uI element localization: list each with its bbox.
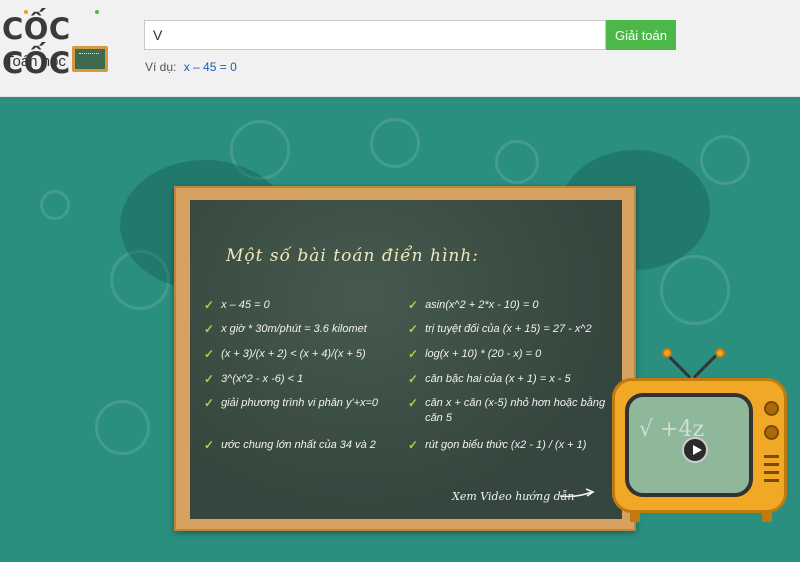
problem-item[interactable]: ✓ x – 45 = 0	[204, 298, 394, 313]
check-icon: ✓	[408, 298, 419, 312]
blackboard-surface: Một số bài toán điển hình: ✓ x – 45 = 0 …	[190, 200, 622, 519]
search-input[interactable]	[145, 21, 605, 49]
problem-text: log(x + 10) * (20 - x) = 0	[425, 348, 542, 360]
check-icon: ✓	[204, 396, 215, 410]
problem-item[interactable]: ✓ (x + 3)/(x + 2) < (x + 4)/(x + 5)	[204, 347, 394, 362]
tv-leg	[630, 510, 640, 522]
problem-text: x – 45 = 0	[221, 299, 270, 311]
logo-dot-icon	[95, 10, 99, 14]
check-icon: ✓	[204, 347, 215, 361]
tv-screen[interactable]: √ +4z	[625, 393, 753, 497]
problem-text: giải phương trình vi phân y'+x=0	[221, 397, 379, 409]
problem-text: ước chung lớn nhất của 34 và 2	[221, 439, 376, 451]
tv-antenna-tip	[715, 348, 725, 358]
example-label: Ví dụ:	[145, 60, 177, 74]
check-icon: ✓	[408, 322, 419, 336]
arrow-icon	[559, 488, 595, 498]
tv-body[interactable]: √ +4z	[612, 378, 787, 513]
blackboard: Một số bài toán điển hình: ✓ x – 45 = 0 …	[174, 186, 636, 531]
problem-item[interactable]: ✓ trị tuyệt đối của (x + 15) = 27 - x^2	[408, 322, 608, 337]
example-hint: Ví dụ: x – 45 = 0	[145, 60, 237, 74]
problem-item[interactable]: ✓ asin(x^2 + 2*x - 10) = 0	[408, 298, 608, 313]
ball-icon	[95, 400, 150, 455]
problem-text: rút gọn biểu thức (x2 - 1) / (x + 1)	[425, 439, 587, 451]
problem-item[interactable]: ✓ giải phương trình vi phân y'+x=0	[204, 396, 394, 411]
play-icon[interactable]	[682, 437, 708, 463]
check-icon: ✓	[408, 396, 419, 410]
problem-text: x giờ * 30m/phút = 3.6 kilomet	[221, 323, 367, 335]
clock-icon	[495, 140, 539, 184]
speaker-grille	[764, 455, 779, 458]
tv-antenna-tip	[662, 348, 672, 358]
example-link[interactable]: x – 45 = 0	[184, 60, 237, 74]
compass-icon	[660, 255, 730, 325]
header-bar: CỐC CỐC Toán học Giải toán Ví dụ: x – 45…	[0, 0, 800, 97]
tv-antenna	[692, 352, 720, 379]
check-icon: ✓	[204, 322, 215, 336]
problem-text: căn bậc hai của (x + 1) = x - 5	[425, 373, 571, 385]
solve-button[interactable]: Giải toán	[606, 20, 676, 50]
check-icon: ✓	[204, 438, 215, 452]
check-icon: ✓	[204, 372, 215, 386]
chalkboard-icon	[72, 46, 108, 72]
knob-icon	[764, 401, 779, 416]
problem-item[interactable]: ✓ căn bậc hai của (x + 1) = x - 5	[408, 372, 608, 387]
problem-text: trị tuyệt đối của (x + 15) = 27 - x^2	[425, 323, 592, 335]
speaker-grille	[764, 463, 779, 466]
speaker-grille	[764, 471, 779, 474]
board-title: Một số bài toán điển hình:	[226, 246, 479, 266]
coccoc-logo[interactable]: CỐC CỐC Toán học	[2, 10, 132, 80]
check-icon: ✓	[204, 298, 215, 312]
check-icon: ✓	[408, 438, 419, 452]
flower-icon	[700, 135, 750, 185]
globe-icon	[370, 118, 420, 168]
problem-item[interactable]: ✓ log(x + 10) * (20 - x) = 0	[408, 347, 608, 362]
logo-dot-icon	[24, 10, 28, 14]
speaker-grille	[764, 479, 779, 482]
logo-subtitle: Toán học	[5, 53, 66, 70]
problem-item[interactable]: ✓ ước chung lớn nhất của 34 và 2	[204, 438, 394, 453]
star-icon	[40, 190, 70, 220]
problem-item[interactable]: ✓ 3^(x^2 - x -6) < 1	[204, 372, 394, 387]
knob-icon	[764, 425, 779, 440]
problem-text: căn x + căn (x-5) nhỏ hơn hoặc bằng căn …	[425, 397, 606, 424]
problem-item[interactable]: ✓ x giờ * 30m/phút = 3.6 kilomet	[204, 322, 394, 337]
problem-item[interactable]: ✓ căn x + căn (x-5) nhỏ hơn hoặc bằng că…	[408, 396, 608, 426]
search-box[interactable]	[144, 20, 606, 50]
problem-text: (x + 3)/(x + 2) < (x + 4)/(x + 5)	[221, 348, 366, 360]
problem-text: asin(x^2 + 2*x - 10) = 0	[425, 299, 539, 311]
tv-leg	[762, 510, 772, 522]
check-icon: ✓	[408, 347, 419, 361]
video-guide-link[interactable]: Xem Video hướng dẫn	[452, 490, 575, 503]
problem-item[interactable]: ✓ rút gọn biểu thức (x2 - 1) / (x + 1)	[408, 438, 608, 453]
problem-text: 3^(x^2 - x -6) < 1	[221, 373, 304, 385]
tv-control-panel	[761, 395, 783, 499]
check-icon: ✓	[408, 372, 419, 386]
